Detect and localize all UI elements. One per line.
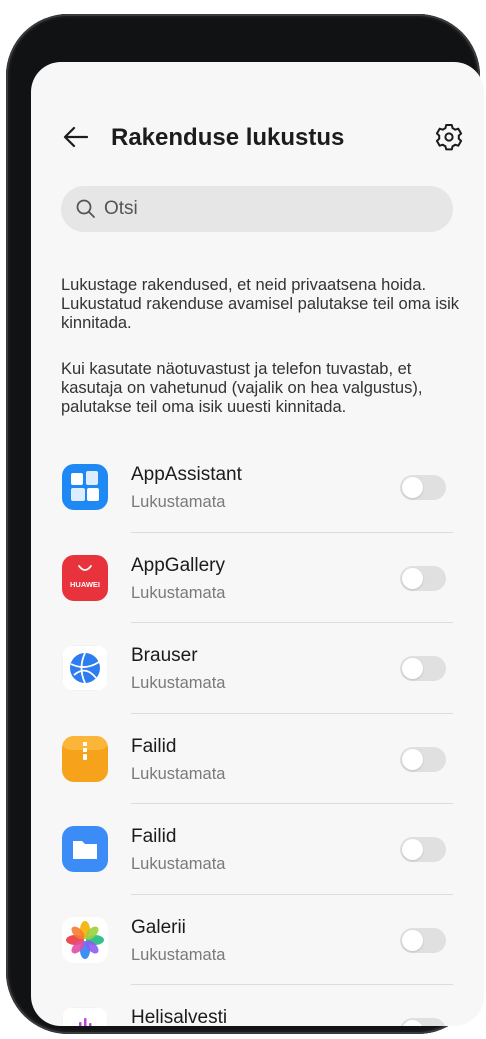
files-zip-icon	[62, 735, 108, 782]
app-name: Failid	[131, 735, 177, 757]
toggle-knob	[402, 929, 423, 951]
app-status: Lukustamata	[131, 674, 226, 692]
app-header: Rakenduse lukustus	[31, 116, 484, 160]
app-name: Brauser	[131, 645, 198, 666]
app-status: Lukustamata	[131, 945, 226, 964]
description-paragraph-2: Kui kasutate näotuvastust ja telefon tuv…	[61, 360, 423, 416]
app-item-failid-zip[interactable]: Failid Lukustamata	[31, 714, 484, 804]
search-placeholder: Otsi	[104, 198, 138, 219]
sound-recorder-icon	[62, 1007, 108, 1026]
toggle-knob	[402, 748, 423, 770]
appgallery-icon-text: HUAWEI	[70, 580, 100, 589]
toggle-knob	[402, 839, 423, 860]
lock-toggle[interactable]	[400, 565, 446, 591]
back-button[interactable]	[59, 120, 93, 154]
app-status: Lukustamata	[131, 764, 226, 783]
toggle-knob	[402, 658, 423, 679]
toggle-knob	[402, 1020, 423, 1026]
app-item-brauser[interactable]: Brauser Lukustamata	[31, 623, 484, 714]
phone-frame: Rakenduse lukustus Otsi Lukustage rakend…	[6, 14, 484, 1034]
app-name: Failid	[131, 826, 177, 847]
app-name: Helisalvesti	[131, 1007, 228, 1026]
app-name: AppAssistant	[131, 464, 242, 485]
app-assistant-icon	[62, 464, 108, 510]
gallery-flower-icon	[62, 916, 108, 963]
gear-icon	[435, 124, 463, 151]
lock-toggle[interactable]	[400, 475, 446, 500]
page-title: Rakenduse lukustus	[111, 124, 345, 151]
search-field[interactable]: Otsi	[61, 186, 453, 232]
arrow-left-icon	[63, 126, 89, 148]
app-item-galerii[interactable]: Galerii Lukustamata	[31, 895, 484, 985]
app-item-appgallery[interactable]: HUAWEI AppGallery Lukustamata	[31, 533, 484, 623]
app-list: AppAssistant Lukustamata HUAWEI AppGalle…	[31, 442, 484, 1026]
app-status: Lukustamata	[131, 855, 226, 873]
lock-toggle[interactable]	[400, 1018, 446, 1026]
app-item-failid-folder[interactable]: Failid Lukustamata	[31, 804, 484, 895]
toggle-knob	[402, 477, 423, 498]
settings-button[interactable]	[432, 120, 466, 154]
search-icon	[76, 199, 95, 218]
lock-toggle[interactable]	[400, 927, 446, 953]
toggle-knob	[402, 567, 423, 589]
browser-icon	[62, 645, 108, 691]
screen: Rakenduse lukustus Otsi Lukustage rakend…	[31, 62, 484, 1026]
app-status: Lukustamata	[131, 583, 226, 602]
lock-toggle[interactable]	[400, 746, 446, 772]
app-item-appassistant[interactable]: AppAssistant Lukustamata	[31, 442, 484, 533]
app-item-helisalvesti[interactable]: Helisalvesti	[31, 985, 484, 1026]
lock-toggle[interactable]	[400, 837, 446, 862]
app-status: Lukustamata	[131, 493, 226, 511]
description-paragraph-1: Lukustage rakendused, et neid privaatsen…	[61, 276, 460, 332]
lock-toggle[interactable]	[400, 656, 446, 681]
appgallery-icon: HUAWEI	[62, 554, 108, 601]
app-name: Galerii	[131, 916, 186, 938]
folder-icon	[62, 826, 108, 872]
app-name: AppGallery	[131, 554, 225, 576]
